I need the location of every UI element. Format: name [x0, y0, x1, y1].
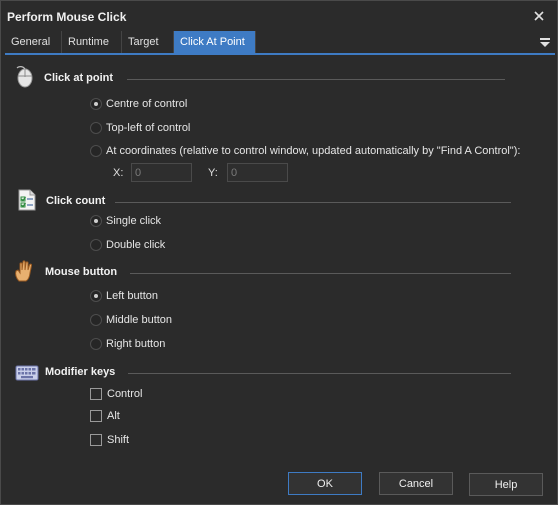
radio-label: Middle button [106, 314, 173, 326]
radio-indicator[interactable] [90, 98, 102, 110]
radio-label: Single click [106, 215, 162, 227]
click-at-point-title: Click at point [44, 72, 114, 84]
radio-centre-of-control[interactable]: Centre of control [90, 98, 187, 110]
tab-click-at-point[interactable]: Click At Point [174, 31, 256, 53]
radio-top-left-of-control[interactable]: Top-left of control [90, 122, 190, 134]
tab-runtime[interactable]: Runtime [62, 31, 122, 53]
section-divider [128, 373, 511, 374]
tab-general[interactable]: General [5, 31, 62, 53]
y-coordinate-input[interactable] [227, 163, 288, 182]
checklist-icon [18, 189, 36, 211]
click-count-title: Click count [46, 195, 106, 207]
hand-icon [15, 260, 33, 282]
checkbox-label: Alt [107, 410, 120, 422]
checkbox-indicator[interactable] [90, 388, 102, 400]
dialog: Perform Mouse Click General Runtime Targ… [0, 0, 558, 505]
radio-middle-button[interactable]: Middle button [90, 314, 172, 326]
checkbox-control[interactable]: Control [90, 388, 142, 400]
checkbox-indicator[interactable] [90, 410, 102, 422]
y-label: Y: [208, 167, 218, 179]
mouse-button-title: Mouse button [45, 266, 118, 278]
section-divider [130, 273, 511, 274]
radio-indicator[interactable] [90, 338, 102, 350]
radio-label: Double click [106, 239, 166, 251]
section-divider [127, 79, 505, 80]
checkbox-indicator[interactable] [90, 434, 102, 446]
tab-menu-button[interactable] [537, 33, 553, 51]
radio-label: Right button [106, 338, 166, 350]
checkbox-label: Shift [107, 434, 130, 446]
radio-at-coordinates[interactable]: At coordinates (relative to control wind… [90, 145, 520, 157]
radio-label: Top-left of control [106, 122, 191, 134]
radio-label: Centre of control [106, 98, 188, 110]
window-title: Perform Mouse Click [7, 10, 127, 24]
menu-down-icon [540, 37, 550, 47]
keyboard-icon [15, 365, 39, 381]
title-bar: Perform Mouse Click [1, 1, 557, 31]
checkbox-label: Control [107, 388, 143, 400]
radio-indicator[interactable] [90, 122, 102, 134]
radio-right-button[interactable]: Right button [90, 338, 165, 350]
radio-indicator[interactable] [90, 145, 102, 157]
ok-button[interactable]: OK [288, 472, 362, 495]
cancel-button[interactable]: Cancel [379, 472, 453, 495]
radio-indicator[interactable] [90, 215, 102, 227]
radio-single-click[interactable]: Single click [90, 215, 161, 227]
radio-indicator[interactable] [90, 314, 102, 326]
close-icon [534, 11, 544, 21]
modifier-keys-title: Modifier keys [45, 366, 116, 378]
x-label: X: [113, 167, 124, 179]
radio-label: At coordinates (relative to control wind… [106, 145, 521, 157]
close-button[interactable] [527, 5, 551, 27]
tab-target[interactable]: Target [122, 31, 174, 53]
radio-indicator[interactable] [90, 290, 102, 302]
mouse-icon [16, 66, 33, 88]
radio-label: Left button [106, 290, 158, 302]
radio-indicator[interactable] [90, 239, 102, 251]
x-coordinate-input[interactable] [131, 163, 192, 182]
radio-left-button[interactable]: Left button [90, 290, 158, 302]
section-divider [115, 202, 511, 203]
help-button[interactable]: Help [469, 473, 543, 496]
checkbox-shift[interactable]: Shift [90, 434, 129, 446]
radio-double-click[interactable]: Double click [90, 239, 165, 251]
tab-bar: General Runtime Target Click At Point [5, 31, 555, 55]
checkbox-alt[interactable]: Alt [90, 410, 120, 422]
